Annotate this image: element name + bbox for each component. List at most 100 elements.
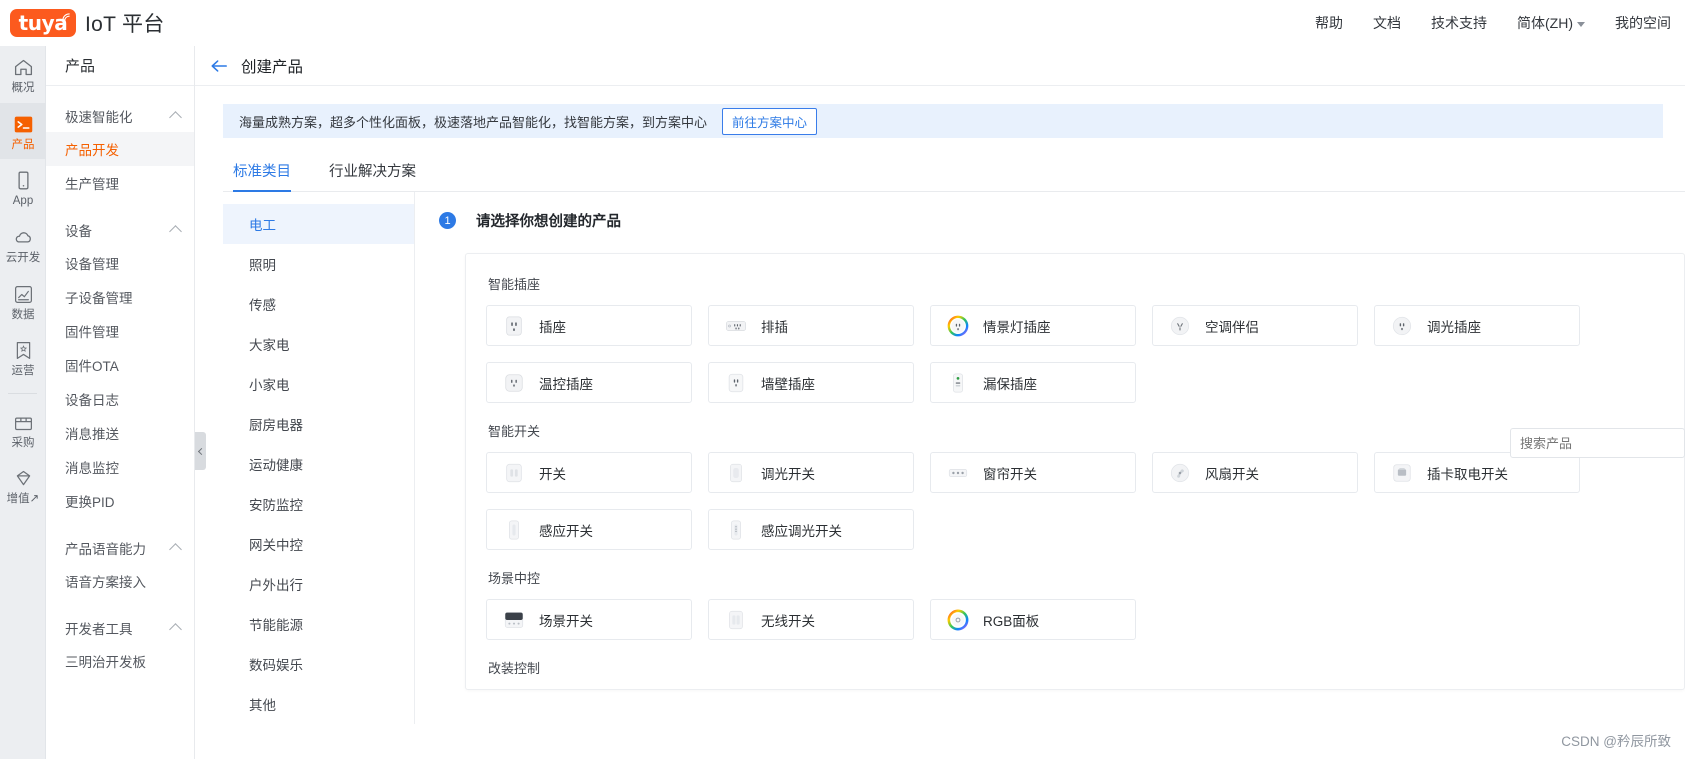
product-search-box[interactable]: [1510, 428, 1685, 458]
nav-group-title-fast-smart[interactable]: 极速智能化: [46, 100, 194, 132]
nav-group-label: 开发者工具: [65, 622, 133, 637]
product-tile-label: 漏保插座: [983, 376, 1037, 392]
product-tile-label: 场景开关: [539, 613, 593, 629]
product-tile-outlet[interactable]: 插座: [486, 305, 692, 346]
product-tile-label: 窗帘开关: [983, 466, 1037, 482]
go-to-solution-center-button[interactable]: 前往方案中心: [722, 107, 818, 135]
topnav-support[interactable]: 技术支持: [1431, 13, 1487, 33]
section-title-scene-control: 场景中控: [488, 571, 541, 586]
sidebar-item-message-monitor[interactable]: 消息监控: [46, 450, 194, 484]
sidebar-item-voice-access[interactable]: 语音方案接入: [46, 564, 194, 598]
sidebar-item-firmware-mgmt[interactable]: 固件管理: [46, 314, 194, 348]
sidebar-item-product-dev[interactable]: 产品开发: [46, 132, 194, 166]
category-item-digital[interactable]: 数码娱乐: [223, 644, 414, 684]
category-item-lighting[interactable]: 照明: [223, 244, 414, 284]
product-tile-label: 开关: [539, 466, 566, 482]
terminal-icon: [14, 116, 32, 133]
icon-rail: 概况 产品 App 云开发 数据 运营 采购 增值↗: [0, 46, 46, 759]
product-tile-scene-light-outlet[interactable]: 情景灯插座: [930, 305, 1136, 346]
dimmer-outlet-icon: [1392, 316, 1412, 335]
rail-item-valueadd[interactable]: 增值↗: [0, 457, 46, 514]
product-grid-scene-row1: 场景开关 无线开关 RGB面板: [486, 599, 1684, 640]
product-tile-wall-outlet[interactable]: 墙壁插座: [708, 362, 914, 403]
sidebar-item-subdevice-mgmt[interactable]: 子设备管理: [46, 280, 194, 314]
sidebar-item-change-pid[interactable]: 更换PID: [46, 484, 194, 518]
brand-logo[interactable]: tuya IoT 平台: [0, 8, 165, 38]
rail-label-purchase: 采购: [11, 436, 35, 449]
dimmer-switch-icon: [730, 463, 742, 482]
category-item-energy[interactable]: 节能能源: [223, 604, 414, 644]
category-item-electrical[interactable]: 电工: [223, 204, 414, 244]
sensor-switch-icon: [509, 519, 519, 540]
sidebar-collapse-handle[interactable]: [195, 432, 206, 470]
back-arrow-icon[interactable]: [210, 58, 228, 74]
topnav-language[interactable]: 简体(ZH): [1517, 13, 1585, 33]
category-item-large-appliance[interactable]: 大家电: [223, 324, 414, 364]
rail-label-product: 产品: [11, 138, 35, 151]
leakage-outlet-icon: [953, 372, 963, 393]
topnav-docs[interactable]: 文档: [1373, 13, 1401, 33]
gem-icon: [16, 471, 30, 486]
product-tile-dimmer-outlet[interactable]: 调光插座: [1374, 305, 1580, 346]
product-tile-switch[interactable]: 开关: [486, 452, 692, 493]
rail-item-cloud[interactable]: 云开发: [0, 216, 46, 273]
product-tile-ac-companion[interactable]: 空调伴侣: [1152, 305, 1358, 346]
nav-group-title-device[interactable]: 设备: [46, 214, 194, 246]
nav-group-device: 设备 设备管理 子设备管理 固件管理 固件OTA 设备日志 消息推送 消息监控 …: [46, 214, 194, 518]
sidebar-item-firmware-ota[interactable]: 固件OTA: [46, 348, 194, 382]
main-content: 创建产品 海量成熟方案，超多个性化面板，极速落地产品智能化，找智能方案，到方案中…: [195, 46, 1685, 759]
box-icon: [14, 417, 32, 430]
chevron-up-icon: [169, 111, 182, 124]
sidebar-item-device-mgmt[interactable]: 设备管理: [46, 246, 194, 280]
rail-label-app: App: [12, 195, 34, 208]
category-item-sports-health[interactable]: 运动健康: [223, 444, 414, 484]
product-tile-scene-switch[interactable]: 场景开关: [486, 599, 692, 640]
rail-item-product[interactable]: 产品: [0, 102, 46, 160]
sidebar-item-message-push[interactable]: 消息推送: [46, 416, 194, 450]
rail-item-data[interactable]: 数据: [0, 273, 46, 330]
product-tile-leakage-outlet[interactable]: 漏保插座: [930, 362, 1136, 403]
rail-item-overview[interactable]: 概况: [0, 46, 46, 103]
product-grid-switch-row1: 开关 调光开关 窗帘开关 风扇开关 插卡取电开关: [486, 452, 1684, 493]
nav-group-title-voice[interactable]: 产品语音能力: [46, 532, 194, 564]
category-item-sensor[interactable]: 传感: [223, 284, 414, 324]
product-tile-label: 调光插座: [1427, 319, 1481, 335]
product-tile-label: 插卡取电开关: [1427, 466, 1508, 482]
rail-item-operations[interactable]: 运营: [0, 329, 46, 386]
product-tile-fan-switch[interactable]: 风扇开关: [1152, 452, 1358, 493]
product-tile-power-strip[interactable]: 排插: [708, 305, 914, 346]
product-tile-label: 空调伴侣: [1205, 319, 1259, 335]
sidebar-item-sandwich-board[interactable]: 三明治开发板: [46, 644, 194, 678]
rail-item-app[interactable]: App: [0, 159, 46, 216]
rail-item-purchase[interactable]: 采购: [0, 401, 46, 458]
topnav-myspace[interactable]: 我的空间: [1615, 13, 1671, 33]
category-item-other[interactable]: 其他: [223, 684, 414, 724]
nav-group-title-devtools[interactable]: 开发者工具: [46, 612, 194, 644]
product-tile-thermostat-outlet[interactable]: 温控插座: [486, 362, 692, 403]
product-tile-card-switch[interactable]: 插卡取电开关: [1374, 452, 1580, 493]
category-item-small-appliance[interactable]: 小家电: [223, 364, 414, 404]
search-input[interactable]: [1520, 435, 1675, 451]
topnav-help[interactable]: 帮助: [1315, 13, 1343, 33]
product-tile-sensor-dimmer-switch[interactable]: 感应调光开关: [708, 509, 914, 550]
product-tile-label: 墙壁插座: [761, 376, 815, 392]
category-item-outdoor[interactable]: 户外出行: [223, 564, 414, 604]
product-tile-curtain-switch[interactable]: 窗帘开关: [930, 452, 1136, 493]
product-grid-switch-row2: 感应开关 感应调光开关: [486, 509, 1684, 550]
sidebar-item-device-log[interactable]: 设备日志: [46, 382, 194, 416]
brand-title: IoT 平台: [85, 13, 165, 36]
product-tile-dimmer-switch[interactable]: 调光开关: [708, 452, 914, 493]
category-item-gateway[interactable]: 网关中控: [223, 524, 414, 564]
product-tile-sensor-switch[interactable]: 感应开关: [486, 509, 692, 550]
watermark: CSDN @矜辰所致: [1561, 734, 1671, 749]
sidebar-item-production-mgmt[interactable]: 生产管理: [46, 166, 194, 200]
product-pane: 1 请选择你想创建的产品 智能插座: [415, 192, 1685, 724]
tab-industry-solution[interactable]: 行业解决方案: [329, 160, 416, 191]
tab-standard-category[interactable]: 标准类目: [233, 160, 291, 192]
category-item-security[interactable]: 安防监控: [223, 484, 414, 524]
product-tile-rgb-panel[interactable]: RGB面板: [930, 599, 1136, 640]
product-tile-wireless-switch[interactable]: 无线开关: [708, 599, 914, 640]
switch-icon: [506, 463, 522, 482]
category-item-kitchen[interactable]: 厨房电器: [223, 404, 414, 444]
rgb-ring-outlet-icon: [947, 315, 969, 336]
